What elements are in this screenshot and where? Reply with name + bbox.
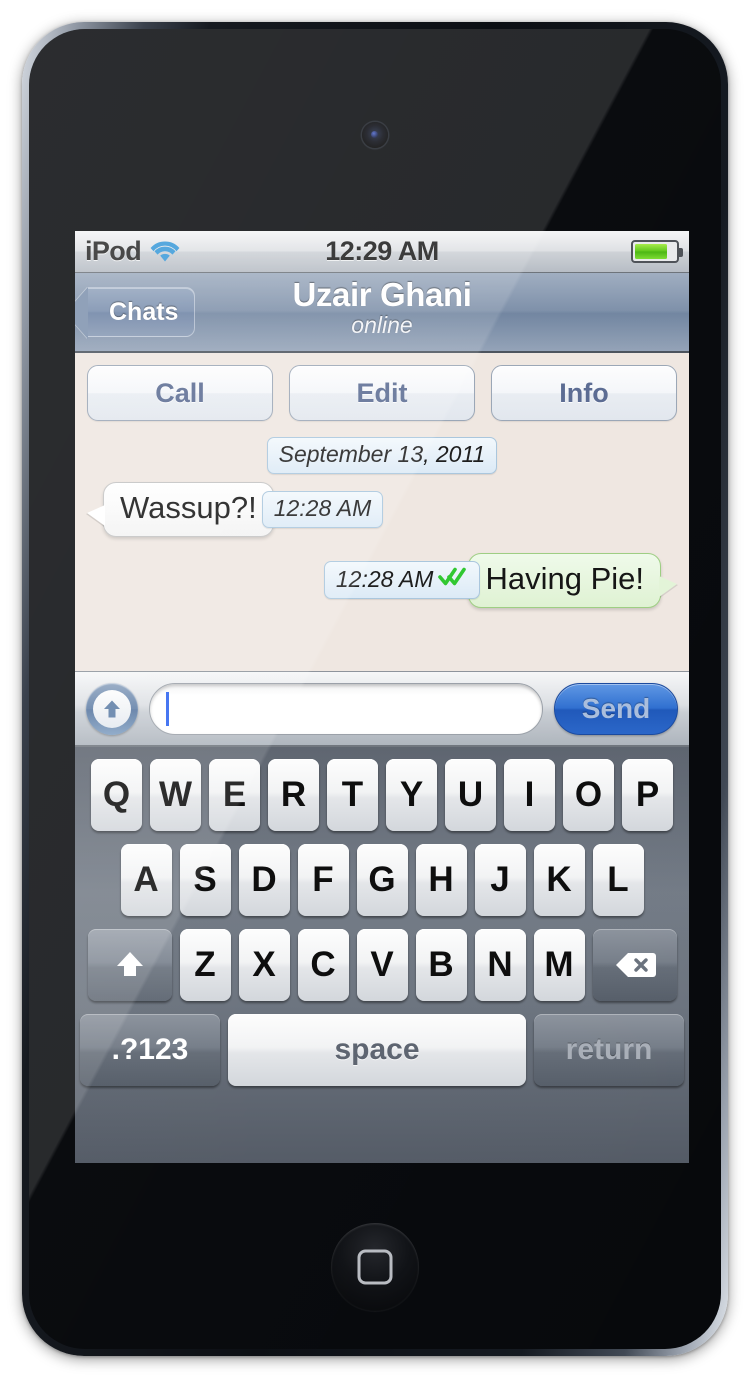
backspace-delete-icon[interactable] bbox=[592, 929, 677, 1001]
key-w[interactable]: W bbox=[150, 759, 201, 831]
key-c[interactable]: C bbox=[297, 929, 349, 1001]
key-u[interactable]: U bbox=[445, 759, 496, 831]
timestamp-text: 12:28 AM bbox=[335, 565, 434, 592]
text-caret bbox=[166, 691, 169, 726]
key-p[interactable]: P bbox=[622, 759, 673, 831]
battery-fill bbox=[635, 244, 667, 259]
key-numbers-symbols[interactable]: .?123 bbox=[80, 1014, 220, 1086]
key-n[interactable]: N bbox=[474, 929, 526, 1001]
key-v[interactable]: V bbox=[356, 929, 408, 1001]
message-text-input[interactable] bbox=[149, 682, 543, 735]
chevron-left-icon bbox=[75, 287, 88, 339]
keyboard-row-1: Q W E R T Y U I O P bbox=[80, 759, 684, 831]
key-space[interactable]: space bbox=[228, 1014, 526, 1086]
message-row-incoming: Wassup?! 12:28 AM bbox=[89, 482, 675, 537]
key-t[interactable]: T bbox=[327, 759, 378, 831]
status-bar: iPod 12:29 AM bbox=[75, 231, 689, 273]
battery-icon bbox=[631, 240, 683, 263]
key-q[interactable]: Q bbox=[91, 759, 142, 831]
info-button[interactable]: Info bbox=[491, 365, 677, 421]
edit-button[interactable]: Edit bbox=[289, 365, 475, 421]
key-f[interactable]: F bbox=[297, 844, 349, 916]
key-o[interactable]: O bbox=[563, 759, 614, 831]
key-l[interactable]: L bbox=[592, 844, 644, 916]
arrow-up-circle-icon[interactable] bbox=[86, 682, 138, 735]
onscreen-keyboard: Q W E R T Y U I O P A S D F G H J K L Z … bbox=[75, 747, 689, 1163]
key-b[interactable]: B bbox=[415, 929, 467, 1001]
double-check-icon bbox=[438, 565, 468, 593]
message-list[interactable]: September 13, 2011 Wassup?! 12:28 AM 12:… bbox=[75, 431, 689, 671]
back-button-chats[interactable]: Chats bbox=[75, 287, 196, 339]
message-bubble-incoming: Wassup?! bbox=[103, 482, 274, 537]
key-x[interactable]: X bbox=[238, 929, 290, 1001]
ipod-touch-device: iPod 12:29 AM Chats Uzair Ghani online C… bbox=[22, 22, 728, 1356]
key-r[interactable]: R bbox=[268, 759, 319, 831]
key-i[interactable]: I bbox=[504, 759, 555, 831]
message-timestamp-incoming: 12:28 AM bbox=[261, 490, 384, 528]
keyboard-row-4: .?123 space return bbox=[80, 1014, 684, 1086]
home-glyph bbox=[357, 1249, 393, 1285]
device-face: iPod 12:29 AM Chats Uzair Ghani online C… bbox=[29, 29, 721, 1349]
date-separator-row: September 13, 2011 bbox=[89, 437, 675, 474]
message-row-outgoing: 12:28 AM Having Pie! bbox=[89, 552, 675, 608]
back-button-label: Chats bbox=[109, 297, 179, 326]
device-screen: iPod 12:29 AM Chats Uzair Ghani online C… bbox=[75, 231, 689, 1163]
front-camera-icon bbox=[362, 122, 388, 148]
key-m[interactable]: M bbox=[533, 929, 585, 1001]
home-rounded-square-icon[interactable] bbox=[331, 1223, 419, 1311]
key-h[interactable]: H bbox=[415, 844, 467, 916]
call-button[interactable]: Call bbox=[87, 365, 273, 421]
key-y[interactable]: Y bbox=[386, 759, 437, 831]
date-separator: September 13, 2011 bbox=[266, 437, 498, 474]
key-z[interactable]: Z bbox=[179, 929, 231, 1001]
key-a[interactable]: A bbox=[120, 844, 172, 916]
message-input-bar: Send bbox=[75, 671, 689, 747]
message-bubble-outgoing: Having Pie! bbox=[468, 552, 661, 608]
key-return[interactable]: return bbox=[534, 1014, 684, 1086]
key-e[interactable]: E bbox=[209, 759, 260, 831]
attach-button-inner bbox=[93, 689, 131, 728]
keyboard-row-2: A S D F G H J K L bbox=[80, 844, 684, 916]
message-timestamp-outgoing: 12:28 AM bbox=[323, 561, 481, 600]
key-s[interactable]: S bbox=[179, 844, 231, 916]
send-button[interactable]: Send bbox=[554, 682, 678, 735]
key-d[interactable]: D bbox=[238, 844, 290, 916]
shift-arrow-up-icon[interactable] bbox=[87, 929, 172, 1001]
keyboard-row-3: Z X C V B N M bbox=[80, 929, 684, 1001]
action-toolbar: Call Edit Info bbox=[75, 353, 689, 431]
key-g[interactable]: G bbox=[356, 844, 408, 916]
carrier-label: iPod bbox=[85, 236, 142, 266]
key-j[interactable]: J bbox=[474, 844, 526, 916]
wifi-icon bbox=[150, 240, 180, 263]
navigation-bar: Chats Uzair Ghani online bbox=[75, 273, 689, 353]
key-k[interactable]: K bbox=[533, 844, 585, 916]
